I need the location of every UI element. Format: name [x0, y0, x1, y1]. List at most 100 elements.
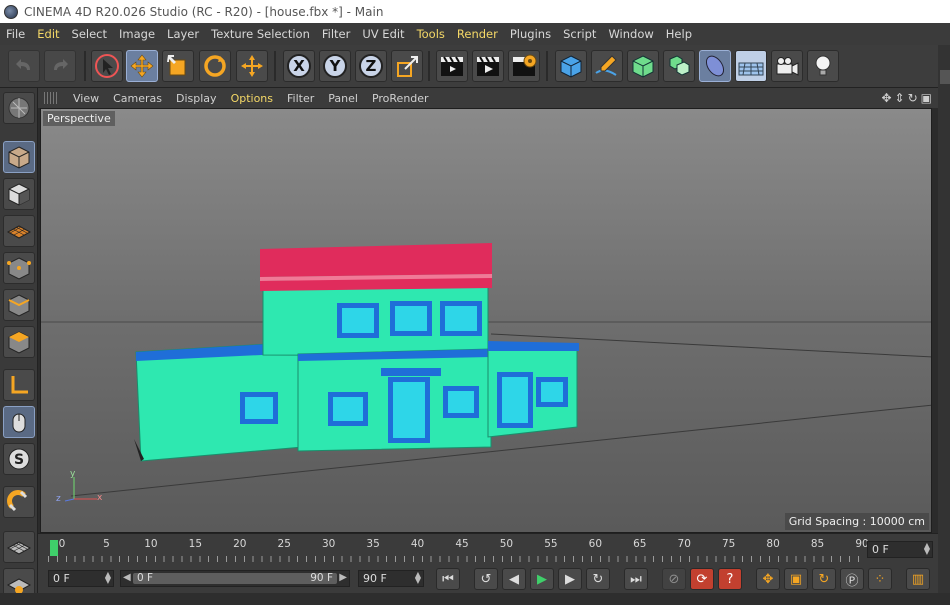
undo-button[interactable]	[8, 50, 40, 82]
grid-plane-icon	[6, 541, 32, 555]
menu-script[interactable]: Script	[557, 27, 602, 41]
edges-cube-icon	[8, 294, 30, 317]
workplane-mode-button[interactable]	[3, 215, 35, 247]
menu-select[interactable]: Select	[66, 27, 113, 41]
menu-help[interactable]: Help	[660, 27, 698, 41]
stepper-icon[interactable]: ▲ ▼	[415, 571, 421, 585]
viewport-menu-prorender[interactable]: ProRender	[365, 92, 436, 105]
polygons-cube-icon	[8, 331, 30, 354]
edges-mode-button[interactable]	[3, 289, 35, 321]
min-time-field[interactable]: 0 F ▲ ▼	[48, 570, 114, 587]
autokeying-button[interactable]: ?	[718, 568, 742, 590]
record-active-objects-button[interactable]: ⟳	[690, 568, 714, 590]
previous-key-button[interactable]: ↺	[474, 568, 498, 590]
viewport-menu-view[interactable]: View	[66, 92, 106, 105]
timeline-window-button[interactable]: ▥	[906, 568, 930, 590]
move-tool-button[interactable]	[126, 50, 158, 82]
range-right-arrow-icon[interactable]: ▶	[339, 572, 347, 583]
go-to-end-button[interactable]: ⏭	[624, 568, 648, 590]
texture-checker-icon	[8, 183, 30, 206]
coordinate-system-button[interactable]	[391, 50, 423, 82]
skip-end-icon: ⏭	[630, 571, 642, 587]
viewport-menu-options[interactable]: Options	[224, 92, 280, 105]
recent-tools-button[interactable]	[236, 50, 268, 82]
menu-file[interactable]: File	[0, 27, 31, 41]
preview-range-bar[interactable]: 0 F 90 F	[133, 573, 337, 584]
pen-spline-button[interactable]	[591, 50, 623, 82]
menu-image[interactable]: Image	[113, 27, 161, 41]
menu-plugins[interactable]: Plugins	[504, 27, 557, 41]
go-to-start-button[interactable]: ⏮	[436, 568, 460, 590]
timeline-tick-label: 65	[633, 538, 647, 550]
toggle-view-icon[interactable]: ▣	[921, 91, 932, 105]
timeline-playhead[interactable]	[50, 540, 58, 556]
record-point-level-button[interactable]: ⁘	[868, 568, 892, 590]
workplane-grid-button[interactable]	[3, 531, 35, 563]
panel-grip-icon[interactable]	[44, 92, 58, 104]
render-settings-button[interactable]	[508, 50, 540, 82]
y-axis-lock-button[interactable]: Y	[319, 50, 351, 82]
stepper-icon[interactable]: ▲ ▼	[924, 542, 930, 556]
axis-mode-button[interactable]	[3, 369, 35, 401]
play-button[interactable]: ▶	[530, 568, 554, 590]
menu-edit[interactable]: Edit	[31, 27, 65, 41]
timeline-tick-label: 5	[103, 538, 110, 550]
menu-tools[interactable]: Tools	[411, 27, 451, 41]
points-mode-button[interactable]	[3, 252, 35, 284]
record-position-button[interactable]: ✥	[756, 568, 780, 590]
polygons-mode-button[interactable]	[3, 326, 35, 358]
render-view-button[interactable]	[436, 50, 468, 82]
snap-button[interactable]: S	[3, 443, 35, 475]
record-scale-button[interactable]: ▣	[784, 568, 808, 590]
rotate-tool-button[interactable]	[199, 50, 231, 82]
preview-range-slider[interactable]: ◀ 0 F 90 F ▶	[120, 570, 350, 587]
model-mode-button[interactable]	[3, 141, 35, 173]
camera-button[interactable]	[771, 50, 803, 82]
next-key-button[interactable]: ↻	[586, 568, 610, 590]
record-rotation-button[interactable]: ↻	[812, 568, 836, 590]
viewport-menu-display[interactable]: Display	[169, 92, 224, 105]
render-to-picture-viewer-button[interactable]	[472, 50, 504, 82]
scale-tool-button[interactable]	[162, 50, 194, 82]
live-selection-button[interactable]	[91, 50, 123, 82]
z-axis-lock-button[interactable]: Z	[355, 50, 387, 82]
deformer-button[interactable]	[699, 50, 731, 82]
tweak-mode-button[interactable]	[3, 406, 35, 438]
viewport-menu-cameras[interactable]: Cameras	[106, 92, 169, 105]
make-editable-button[interactable]	[3, 92, 35, 124]
viewport-menu-panel[interactable]: Panel	[321, 92, 365, 105]
orbit-view-icon[interactable]: ↻	[908, 91, 918, 105]
stepper-icon[interactable]: ▲ ▼	[105, 571, 111, 585]
x-axis-lock-button[interactable]: X	[283, 50, 315, 82]
enable-snap-button[interactable]	[3, 486, 35, 518]
subdivision-surface-button[interactable]	[627, 50, 659, 82]
menu-layer[interactable]: Layer	[161, 27, 205, 41]
max-time-field[interactable]: 90 F ▲ ▼	[358, 570, 424, 587]
light-button[interactable]	[807, 50, 839, 82]
viewport-menu-filter[interactable]: Filter	[280, 92, 321, 105]
perspective-viewport[interactable]: y z x Perspective Grid Spacing : 10000 c…	[40, 108, 932, 533]
next-frame-button[interactable]: ▶	[558, 568, 582, 590]
dolly-view-icon[interactable]: ⇕	[895, 91, 905, 105]
redo-button[interactable]	[44, 50, 76, 82]
coordinate-system-icon	[397, 56, 418, 77]
texture-mode-button[interactable]	[3, 178, 35, 210]
menu-render[interactable]: Render	[451, 27, 504, 41]
right-panel-tab[interactable]	[940, 70, 950, 84]
pan-view-icon[interactable]: ✥	[881, 91, 891, 105]
menu-uv-edit[interactable]: UV Edit	[356, 27, 410, 41]
menu-texture-selection[interactable]: Texture Selection	[205, 27, 316, 41]
previous-frame-button[interactable]: ◀	[502, 568, 526, 590]
array-button[interactable]	[663, 50, 695, 82]
current-frame-field[interactable]: 0 F ▲ ▼	[867, 541, 933, 558]
menu-window[interactable]: Window	[602, 27, 659, 41]
cube-object-button[interactable]	[555, 50, 587, 82]
record-disabled-button[interactable]: ⊘	[662, 568, 686, 590]
floor-environment-button[interactable]	[735, 50, 767, 82]
right-panel-edge	[938, 45, 950, 605]
record-parameter-button[interactable]: Ⓟ	[840, 568, 864, 590]
house-model[interactable]	[134, 243, 579, 462]
scene-canvas[interactable]	[41, 109, 932, 533]
menu-filter[interactable]: Filter	[316, 27, 356, 41]
range-left-arrow-icon[interactable]: ◀	[123, 572, 131, 583]
